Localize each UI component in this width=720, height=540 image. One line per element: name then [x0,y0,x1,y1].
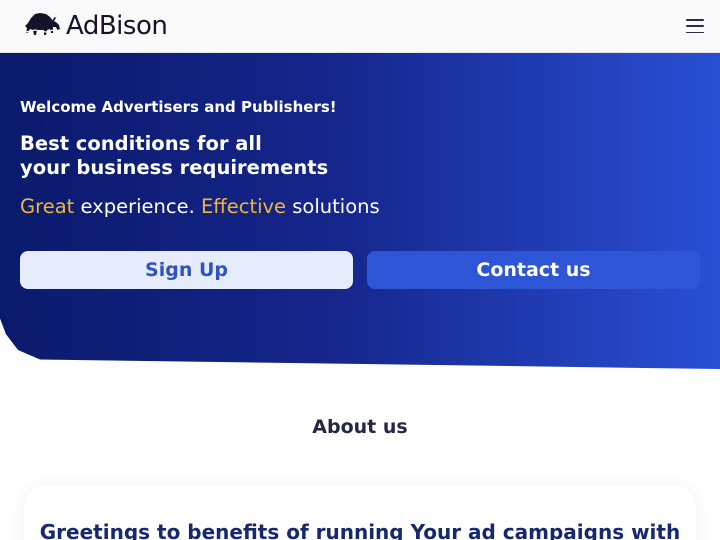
bison-logo-icon [25,13,60,35]
sign-up-button[interactable]: Sign Up [20,251,353,289]
hero-title-line-2: your business requirements [20,156,329,179]
hero-welcome-text: Welcome Advertisers and Publishers! [20,98,337,116]
top-navbar: AdBison [0,0,720,53]
tagline-accent-great: Great [20,195,75,218]
hero-title-line-1: Best conditions for all [20,132,262,155]
menu-line [686,31,704,33]
menu-line [686,25,704,27]
menu-line [686,19,704,21]
hero-banner: Welcome Advertisers and Publishers! Best… [0,53,720,369]
contact-us-button[interactable]: Contact us [367,251,700,289]
tagline-accent-effective: Effective [200,195,287,218]
hero-title: Best conditions for all your business re… [20,132,440,180]
hamburger-menu-icon[interactable] [686,19,704,33]
about-us-heading: About us [312,416,408,438]
tagline-text-experience: experience. [74,195,201,218]
about-card: Greetings to benefits of running Your ad… [24,485,696,540]
brand-logo[interactable]: AdBison [22,11,168,41]
hero-tagline: Great experience. Effective solutions [20,195,380,218]
brand-name: AdBison [66,11,168,41]
about-card-heading: Greetings to benefits of running Your ad… [39,520,681,540]
tagline-text-solutions: solutions [286,195,380,218]
